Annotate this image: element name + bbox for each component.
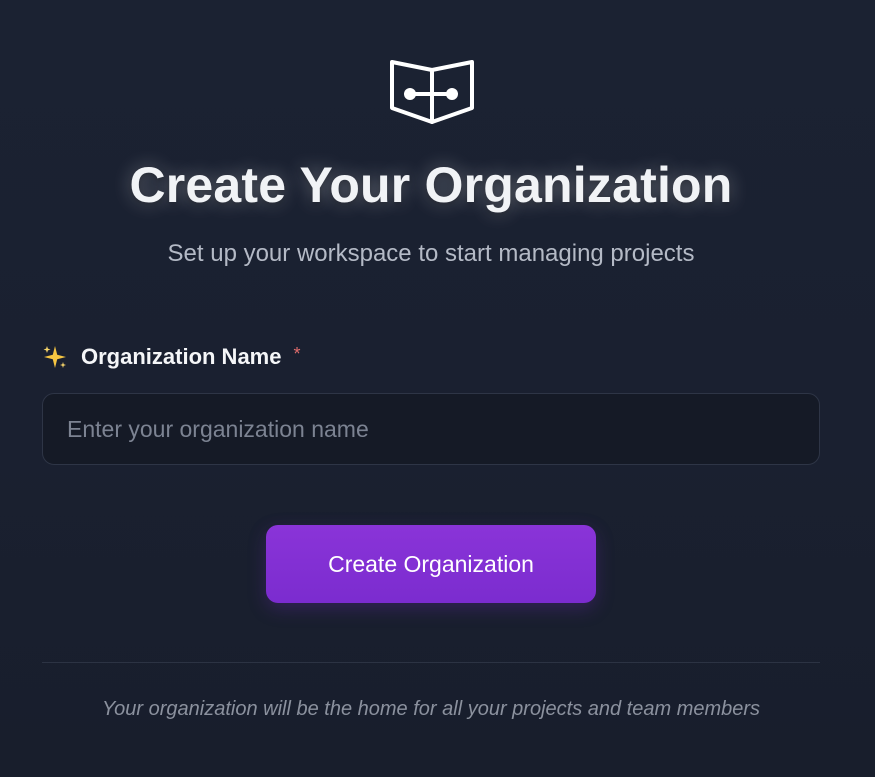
page-subtitle: Set up your workspace to start managing … (167, 240, 695, 267)
page-title: Create Your Organization (129, 157, 733, 213)
organization-name-label: Organization Name * (42, 344, 301, 370)
book-connector-icon (386, 56, 478, 128)
organization-name-input[interactable] (43, 394, 819, 464)
divider (42, 662, 820, 663)
organization-name-label-text: Organization Name (81, 344, 282, 369)
required-marker: * (293, 343, 301, 364)
footer-note: Your organization will be the home for a… (101, 698, 761, 720)
create-organization-button[interactable]: Create Organization (266, 525, 596, 603)
organization-name-field-wrapper (42, 393, 820, 465)
sparkles-icon (42, 344, 68, 370)
create-organization-card: Create Your Organization Set up your wor… (0, 0, 875, 777)
